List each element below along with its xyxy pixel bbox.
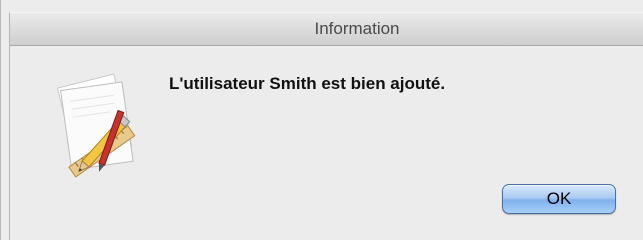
app-document-pencil-ruler-icon: [46, 72, 146, 182]
dialog-message: L'utilisateur Smith est bien ajouté.: [169, 74, 446, 93]
ok-button[interactable]: OK: [502, 184, 616, 214]
dialog-titlebar[interactable]: Information: [9, 12, 643, 46]
alert-dialog: Information L'utilisateur Smith est bien…: [0, 0, 643, 240]
dialog-body: L'utilisateur Smith est bien ajouté. OK: [9, 46, 643, 240]
dialog-title: Information: [314, 19, 400, 38]
